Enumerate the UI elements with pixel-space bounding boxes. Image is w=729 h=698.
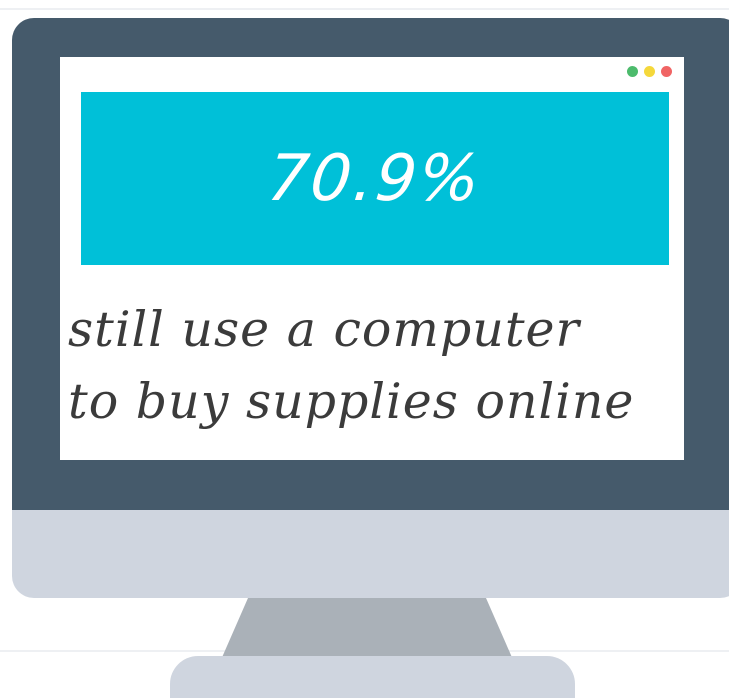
statistic-caption: still use a computer to buy supplies onl… <box>68 294 680 438</box>
monitor-stand-base <box>170 656 575 698</box>
caption-line-2: to buy supplies online <box>68 373 635 430</box>
window-controls <box>627 66 672 77</box>
caption-line-1: still use a computer <box>68 301 580 358</box>
green-dot-icon <box>627 66 638 77</box>
statistic-box: 70.9% <box>81 92 669 265</box>
red-dot-icon <box>661 66 672 77</box>
yellow-dot-icon <box>644 66 655 77</box>
statistic-value: 70.9% <box>264 141 486 216</box>
monitor-screen: 70.9% still use a computer to buy suppli… <box>60 57 684 460</box>
